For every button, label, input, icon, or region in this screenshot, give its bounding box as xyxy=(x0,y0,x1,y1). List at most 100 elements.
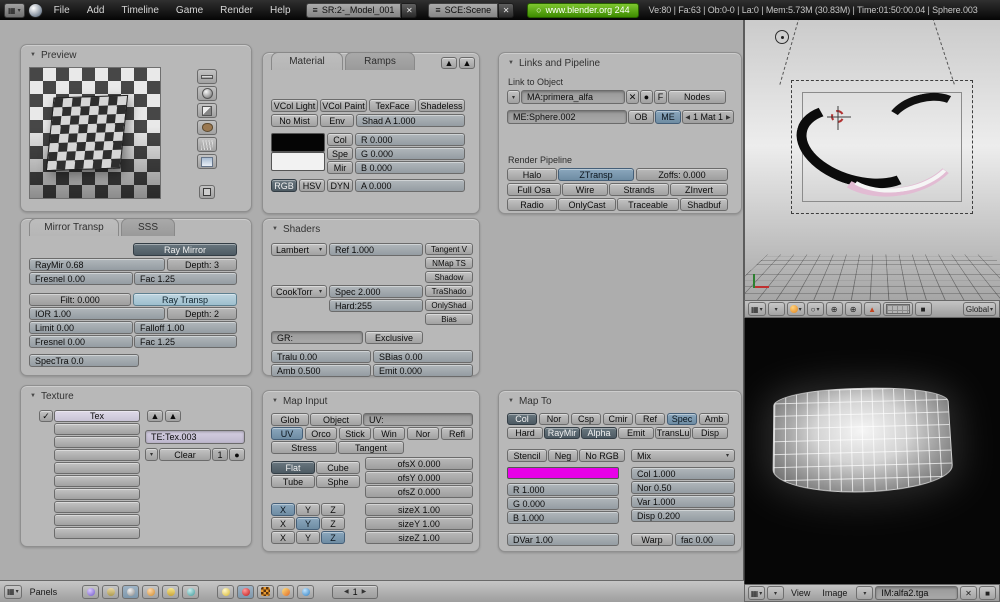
grab-hand-button[interactable]: ⊕ xyxy=(845,302,862,316)
amb-slider[interactable]: Amb 0.500 xyxy=(271,364,371,377)
texture-paste-button[interactable]: ▲ xyxy=(165,410,181,422)
refl-toggle[interactable]: Refl xyxy=(441,427,473,440)
frame-number-field[interactable]: ◀1▶ xyxy=(332,585,378,599)
dyn-button[interactable]: DYN xyxy=(327,179,353,192)
map-input-panel-header[interactable]: ▼Map Input xyxy=(272,394,327,408)
x-axis-toggle[interactable]: X xyxy=(271,503,295,516)
x-axis-toggle[interactable]: X xyxy=(271,517,295,530)
material-slot-field[interactable]: ◀1 Mat 1▶ xyxy=(682,110,734,124)
col-amount-slider[interactable]: Col 1.000 xyxy=(631,467,735,480)
col-toggle[interactable]: Col xyxy=(507,413,537,425)
screen-close-button[interactable]: ✕ xyxy=(402,3,417,18)
menu-game[interactable]: Game xyxy=(168,5,211,16)
shading-context-button[interactable] xyxy=(122,585,139,599)
menu-view[interactable]: View xyxy=(786,588,815,598)
uv-name-field[interactable]: UV: xyxy=(363,413,473,426)
falloff-slider[interactable]: Falloff 1.00 xyxy=(134,321,237,334)
hard-slider[interactable]: Hard:255 xyxy=(329,299,423,312)
fake-user-button[interactable]: F xyxy=(654,90,667,104)
y-axis-toggle[interactable]: Y xyxy=(296,531,320,544)
object-context-button[interactable] xyxy=(142,585,159,599)
editor-type-button[interactable]: ▦▾ xyxy=(4,585,22,599)
alpha-toggle[interactable]: Alpha xyxy=(581,427,617,439)
traceable-toggle[interactable]: Traceable xyxy=(617,198,679,211)
y-axis-toggle[interactable]: Y xyxy=(296,503,320,516)
menu-help[interactable]: Help xyxy=(262,5,299,16)
z-axis-toggle[interactable]: Z xyxy=(321,517,345,530)
texture-name-field[interactable]: TE:Tex.003 xyxy=(145,430,245,444)
texture-users-count[interactable]: 1 xyxy=(212,448,228,461)
editor-type-button[interactable]: ▦▾ xyxy=(748,302,766,316)
amb-toggle[interactable]: Amb xyxy=(699,413,729,425)
image-browse-button[interactable]: ▾ xyxy=(856,586,873,600)
y-axis-toggle[interactable]: Y xyxy=(296,517,320,530)
strands-button[interactable]: Strands xyxy=(609,183,669,196)
limit-slider[interactable]: Limit 0.00 xyxy=(29,321,133,334)
menu-timeline[interactable]: Timeline xyxy=(114,5,167,16)
texture-browse-button[interactable]: ▾ xyxy=(145,448,158,461)
exclusive-toggle[interactable]: Exclusive xyxy=(365,331,423,344)
nor-toggle[interactable]: Nor xyxy=(407,427,439,440)
preview-monkey-button[interactable] xyxy=(197,120,217,135)
texture-enable-checkbox[interactable]: ✓ xyxy=(39,410,53,422)
texture-slot[interactable] xyxy=(54,501,140,513)
vcol-light-toggle[interactable]: VCol Light xyxy=(271,99,318,112)
scene-close-button[interactable]: ✕ xyxy=(499,3,514,18)
tangent-v-toggle[interactable]: Tangent V xyxy=(425,243,473,255)
tab-ramps[interactable]: Ramps xyxy=(345,52,415,70)
shadow-toggle[interactable]: Shadow xyxy=(425,271,473,283)
vcol-paint-toggle[interactable]: VCol Paint xyxy=(320,99,367,112)
full-osa-toggle[interactable]: Full Osa xyxy=(507,183,561,196)
unlink-image-button[interactable]: ✕ xyxy=(960,586,977,600)
blend-mode-dropdown[interactable]: Mix▾ xyxy=(631,449,735,462)
transp-depth-field[interactable]: Depth: 2 xyxy=(167,307,237,320)
emit-slider[interactable]: Emit 0.000 xyxy=(373,364,473,377)
tab-mirror-transp[interactable]: Mirror Transp xyxy=(29,218,119,236)
hsv-button[interactable]: HSV xyxy=(299,179,325,192)
me-button[interactable]: ME xyxy=(655,110,681,124)
stencil-toggle[interactable]: Stencil xyxy=(507,449,547,462)
lamp-subcontext-button[interactable] xyxy=(217,585,234,599)
radiosity-subcontext-button[interactable] xyxy=(277,585,294,599)
material-browse-button[interactable]: ▾ xyxy=(507,90,520,104)
ofsy-field[interactable]: ofsY 0.000 xyxy=(365,471,473,484)
preview-panel-header[interactable]: ▼Preview xyxy=(30,48,77,62)
halo-toggle[interactable]: Halo xyxy=(507,168,557,181)
alpha-slider[interactable]: A 0.000 xyxy=(355,179,465,192)
mirror-depth-field[interactable]: Depth: 3 xyxy=(167,258,237,271)
cmir-toggle[interactable]: Cmir xyxy=(603,413,633,425)
texture-g-slider[interactable]: G 0.000 xyxy=(507,497,619,510)
preview-flat-button[interactable] xyxy=(197,69,217,84)
script-context-button[interactable] xyxy=(102,585,119,599)
disp-toggle[interactable]: Disp xyxy=(692,427,728,439)
texture-slot[interactable] xyxy=(54,436,140,448)
glob-toggle[interactable]: Glob xyxy=(271,413,309,426)
radio-toggle[interactable]: Radio xyxy=(507,198,557,211)
material-copy-button[interactable]: ▲ xyxy=(441,57,457,69)
nmap-ts-toggle[interactable]: NMap TS xyxy=(425,257,473,269)
mesh-name-field[interactable]: ME:Sphere.002 xyxy=(507,110,627,124)
shad-a-slider[interactable]: Shad A 1.000 xyxy=(356,114,465,127)
menu-add[interactable]: Add xyxy=(79,5,113,16)
neg-toggle[interactable]: Neg xyxy=(548,449,578,462)
scene-selector[interactable]: ≡SCE:Scene xyxy=(428,3,498,18)
auto-name-button[interactable]: ● xyxy=(640,90,653,104)
texture-panel-header[interactable]: ▼Texture xyxy=(30,389,74,403)
warp-toggle[interactable]: Warp xyxy=(631,533,673,546)
ob-button[interactable]: OB xyxy=(628,110,654,124)
disp-amount-slider[interactable]: Disp 0.200 xyxy=(631,509,735,522)
raymir-toggle[interactable]: RayMir xyxy=(544,427,580,439)
fresnel-transp-slider[interactable]: Fresnel 0.00 xyxy=(29,335,133,348)
z-axis-toggle[interactable]: Z xyxy=(321,503,345,516)
nor-amount-slider[interactable]: Nor 0.50 xyxy=(631,481,735,494)
emit-toggle[interactable]: Emit xyxy=(618,427,654,439)
texture-auto-name-button[interactable]: ● xyxy=(229,448,245,461)
texture-slot[interactable] xyxy=(54,514,140,526)
ray-mirror-toggle[interactable]: Ray Mirror xyxy=(133,243,237,256)
spec-slider[interactable]: Spec 2.000 xyxy=(329,285,423,298)
nodes-toggle[interactable]: Nodes xyxy=(668,90,726,104)
header-menu-collapse-button[interactable]: ▾ xyxy=(767,586,784,600)
mir-button[interactable]: Mir xyxy=(327,161,353,174)
menu-render[interactable]: Render xyxy=(212,5,261,16)
sizex-field[interactable]: sizeX 1.00 xyxy=(365,503,473,516)
